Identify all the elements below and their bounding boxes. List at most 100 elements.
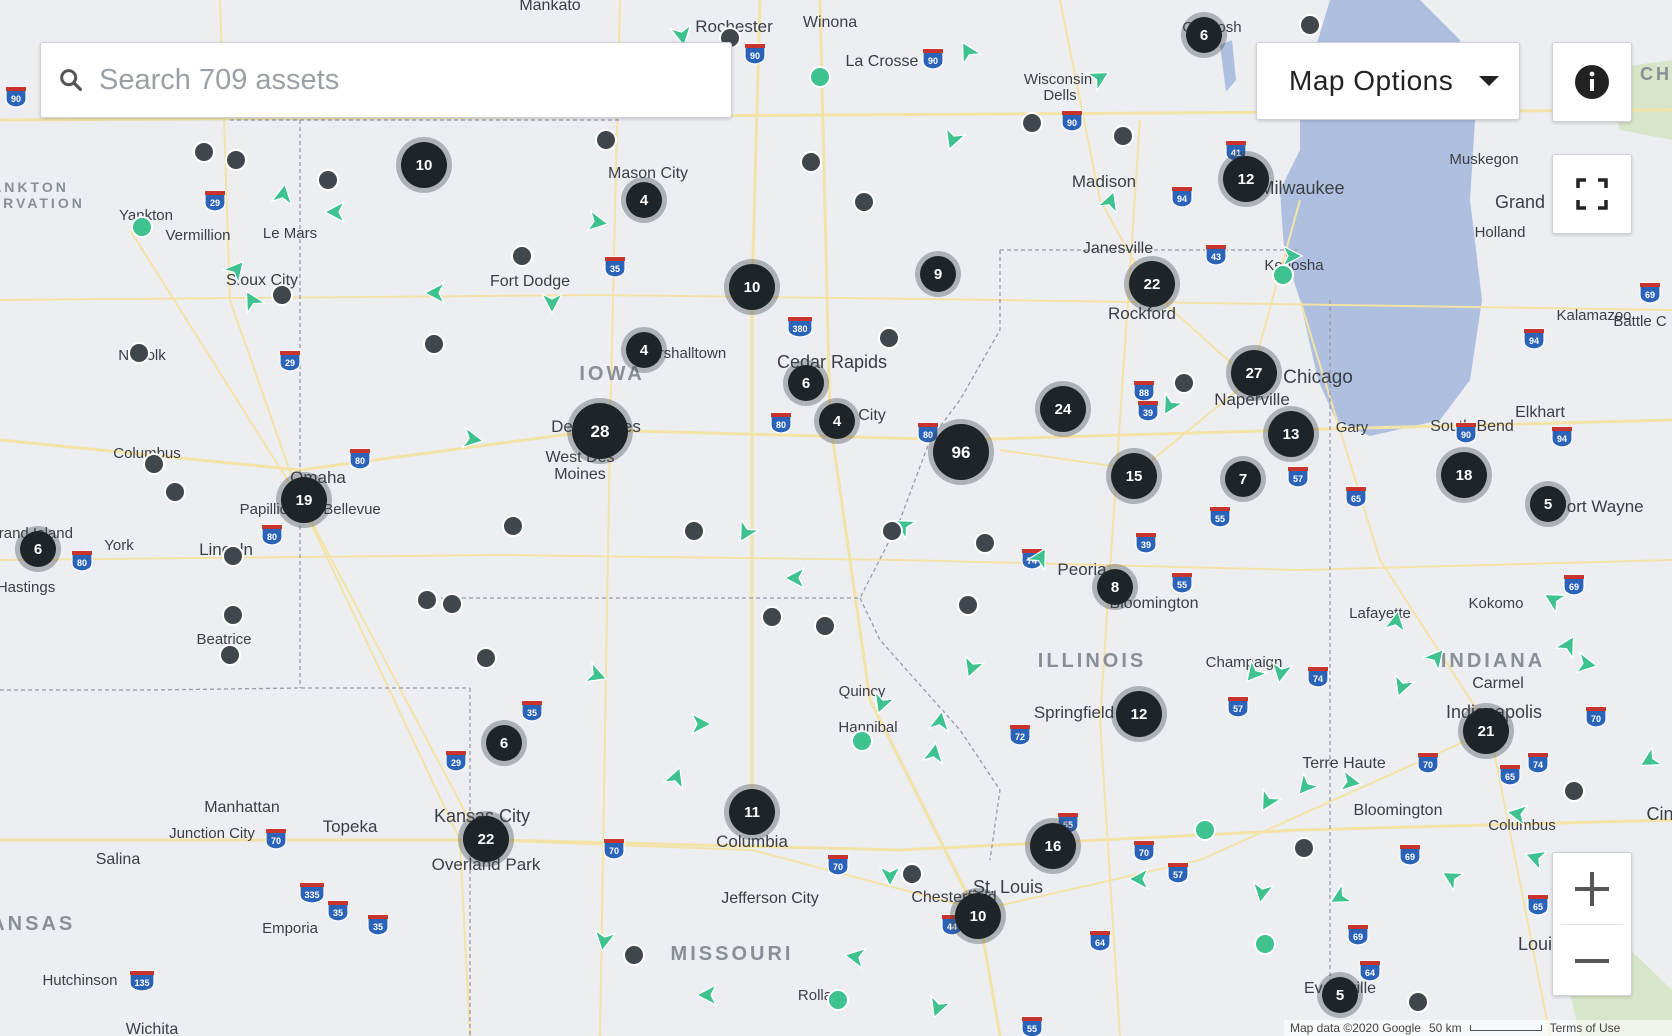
asset-marker[interactable] xyxy=(423,333,445,355)
asset-cluster[interactable]: 16 xyxy=(1025,818,1081,874)
shield-number: 335 xyxy=(304,890,319,900)
asset-cluster[interactable]: 28 xyxy=(567,398,633,464)
interstate-shield-icon: 64 xyxy=(1359,960,1381,982)
place-label: Springfield xyxy=(1034,703,1114,722)
asset-marker[interactable] xyxy=(143,453,165,475)
asset-cluster[interactable]: 11 xyxy=(724,784,780,840)
asset-cluster[interactable]: 96 xyxy=(928,419,994,485)
cluster-count: 28 xyxy=(591,422,610,441)
zoom-in-button[interactable] xyxy=(1553,853,1631,924)
asset-marker[interactable] xyxy=(193,141,215,163)
asset-marker[interactable] xyxy=(1173,372,1195,394)
interstate-shield-icon: 94 xyxy=(1171,186,1193,208)
chevron-down-icon xyxy=(1479,76,1500,86)
asset-marker[interactable] xyxy=(974,532,996,554)
asset-marker[interactable] xyxy=(225,149,247,171)
asset-marker[interactable] xyxy=(511,245,533,267)
asset-marker[interactable] xyxy=(271,284,293,306)
asset-cluster[interactable]: 5 xyxy=(1317,972,1363,1018)
asset-cluster[interactable]: 9 xyxy=(915,251,961,297)
info-button[interactable] xyxy=(1552,42,1632,122)
asset-marker[interactable] xyxy=(853,191,875,213)
asset-marker[interactable] xyxy=(475,647,497,669)
fullscreen-button[interactable] xyxy=(1552,154,1632,234)
asset-marker[interactable] xyxy=(1293,837,1315,859)
asset-cluster[interactable]: 10 xyxy=(950,888,1006,944)
shield-number: 80 xyxy=(355,456,365,466)
asset-marker[interactable] xyxy=(1407,991,1429,1013)
shield-band xyxy=(1308,667,1328,671)
shield-number: 135 xyxy=(134,978,149,988)
asset-marker[interactable] xyxy=(623,944,645,966)
asset-cluster[interactable]: 5 xyxy=(1525,481,1571,527)
asset-cluster[interactable]: 22 xyxy=(458,811,514,867)
asset-cluster[interactable]: 8 xyxy=(1092,564,1138,610)
interstate-shield-icon: 35 xyxy=(521,700,543,722)
asset-marker[interactable] xyxy=(800,151,822,173)
asset-cluster[interactable]: 4 xyxy=(814,398,860,444)
terms-of-use-link[interactable]: Terms of Use xyxy=(1550,1021,1621,1035)
asset-cluster[interactable]: 4 xyxy=(621,327,667,373)
asset-marker[interactable] xyxy=(901,863,923,885)
asset-marker-active[interactable] xyxy=(827,989,849,1011)
asset-cluster[interactable]: 27 xyxy=(1226,345,1282,401)
asset-cluster[interactable]: 24 xyxy=(1035,381,1091,437)
asset-marker[interactable] xyxy=(502,515,524,537)
asset-cluster[interactable]: 15 xyxy=(1106,448,1162,504)
asset-marker[interactable] xyxy=(1299,14,1321,36)
asset-cluster[interactable]: 6 xyxy=(481,720,527,766)
asset-marker-active[interactable] xyxy=(851,730,873,752)
asset-marker[interactable] xyxy=(683,520,705,542)
search-box[interactable] xyxy=(40,42,732,118)
asset-marker[interactable] xyxy=(219,644,241,666)
shield-number: 35 xyxy=(373,922,383,932)
asset-cluster[interactable]: 4 xyxy=(621,177,667,223)
place-label: Carmel xyxy=(1472,675,1524,692)
asset-marker-active[interactable] xyxy=(1194,819,1216,841)
asset-cluster[interactable]: 22 xyxy=(1124,256,1180,312)
asset-marker[interactable] xyxy=(222,604,244,626)
asset-marker[interactable] xyxy=(222,545,244,567)
asset-marker-active[interactable] xyxy=(809,66,831,88)
asset-cluster[interactable]: 21 xyxy=(1458,703,1514,759)
asset-marker[interactable] xyxy=(814,615,836,637)
asset-marker[interactable] xyxy=(416,589,438,611)
asset-cluster[interactable]: 10 xyxy=(396,137,452,193)
asset-marker-active[interactable] xyxy=(131,216,153,238)
asset-cluster[interactable]: 6 xyxy=(1181,12,1227,58)
shield-number: 94 xyxy=(1557,434,1567,444)
asset-cluster[interactable]: 12 xyxy=(1218,151,1274,207)
asset-marker[interactable] xyxy=(761,606,783,628)
map-options-dropdown[interactable]: Map Options xyxy=(1256,42,1520,120)
asset-marker[interactable] xyxy=(881,520,903,542)
asset-marker[interactable] xyxy=(164,481,186,503)
asset-marker-active[interactable] xyxy=(1272,264,1294,286)
map-canvas[interactable]: MankatoRochester WinonaLa CrosseWisconsin… xyxy=(0,0,1672,1036)
shield-number: 70 xyxy=(1423,760,1433,770)
shield-band xyxy=(1564,575,1584,579)
asset-marker[interactable] xyxy=(128,342,150,364)
asset-marker[interactable] xyxy=(1563,780,1585,802)
asset-marker[interactable] xyxy=(1021,112,1043,134)
asset-marker[interactable] xyxy=(878,327,900,349)
shield-band xyxy=(262,525,282,529)
asset-marker[interactable] xyxy=(441,593,463,615)
asset-cluster[interactable]: 13 xyxy=(1263,406,1319,462)
cluster-count: 22 xyxy=(1144,276,1161,293)
search-input[interactable] xyxy=(97,62,731,98)
asset-marker[interactable] xyxy=(957,594,979,616)
asset-cluster[interactable]: 7 xyxy=(1220,456,1266,502)
shield-number: 70 xyxy=(833,862,843,872)
asset-cluster[interactable]: 10 xyxy=(724,259,780,315)
asset-cluster[interactable]: 18 xyxy=(1436,447,1492,503)
asset-cluster[interactable]: 6 xyxy=(783,360,829,406)
asset-cluster[interactable]: 12 xyxy=(1111,686,1167,742)
asset-marker[interactable] xyxy=(317,169,339,191)
asset-marker[interactable] xyxy=(595,129,617,151)
shield-number: 80 xyxy=(77,558,87,568)
asset-cluster[interactable]: 19 xyxy=(276,472,332,528)
asset-cluster[interactable]: 6 xyxy=(15,526,61,572)
asset-marker-active[interactable] xyxy=(1254,933,1276,955)
zoom-out-button[interactable] xyxy=(1553,925,1631,996)
asset-marker[interactable] xyxy=(1112,125,1134,147)
